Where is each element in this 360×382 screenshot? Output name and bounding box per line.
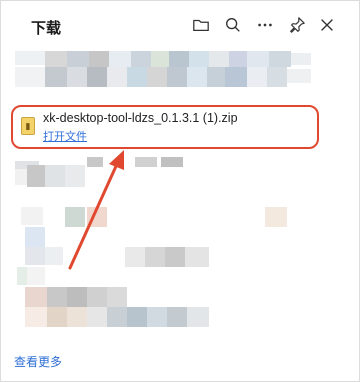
see-more-link[interactable]: 查看更多 [14, 353, 62, 370]
pin-icon[interactable] [287, 15, 307, 35]
folder-icon[interactable] [191, 15, 211, 35]
download-item-highlighted[interactable]: ▮ xk-desktop-tool-ldzs_0.1.3.1 (1).zip 打… [11, 105, 319, 149]
close-icon[interactable] [317, 15, 337, 35]
downloads-header: 下载 [1, 1, 359, 51]
downloads-panel: 下载 ▮ xk-desktop-tool-ldzs_0.1.3.1 (1).zi… [0, 0, 360, 382]
zip-icon: ▮ [21, 117, 35, 135]
file-name: xk-desktop-tool-ldzs_0.1.3.1 (1).zip [43, 111, 238, 125]
open-file-link[interactable]: 打开文件 [43, 128, 87, 144]
search-icon[interactable] [223, 15, 243, 35]
more-icon[interactable] [255, 15, 275, 35]
page-title: 下载 [31, 20, 62, 37]
